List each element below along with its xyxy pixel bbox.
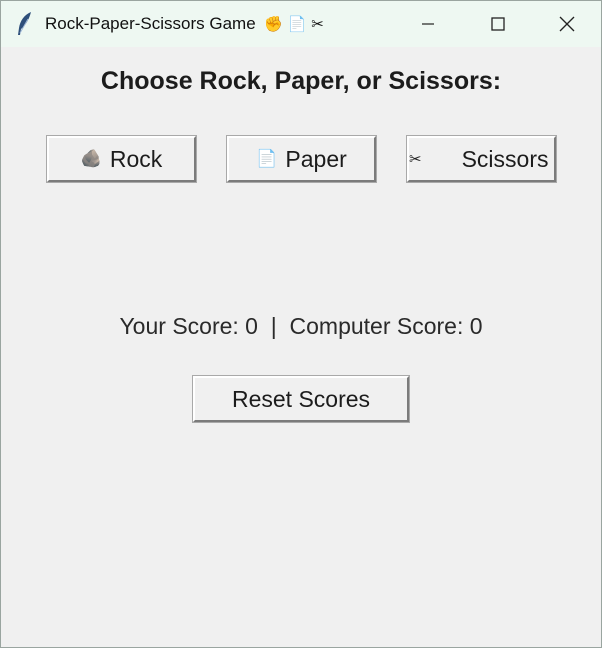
window-title: Rock-Paper-Scissors Game ✊ 📄 ✂ xyxy=(45,14,324,34)
close-button[interactable] xyxy=(532,1,601,47)
maximize-icon xyxy=(491,17,505,31)
choose-prompt: Choose Rock, Paper, or Scissors: xyxy=(100,67,502,95)
maximize-button[interactable] xyxy=(463,1,533,47)
reset-scores-button[interactable]: Reset Scores xyxy=(193,376,409,422)
app-window: Rock-Paper-Scissors Game ✊ 📄 ✂ Choose Ro… xyxy=(0,0,602,648)
title-emojis: ✊ 📄 ✂ xyxy=(264,15,324,33)
scissors-icon: ✂ xyxy=(409,150,422,168)
feather-icon xyxy=(18,12,31,35)
window-title-text: Rock-Paper-Scissors Game xyxy=(45,14,256,33)
minimize-button[interactable] xyxy=(393,1,463,47)
scissors-button[interactable]: ✂ Scissors xyxy=(407,136,556,182)
title-bar[interactable]: Rock-Paper-Scissors Game ✊ 📄 ✂ xyxy=(1,1,601,47)
rock-icon: 🪨 xyxy=(80,149,102,169)
minimize-icon xyxy=(422,23,434,25)
reset-scores-label: Reset Scores xyxy=(231,385,371,412)
scissors-button-label: Scissors xyxy=(461,145,549,172)
close-icon xyxy=(559,16,575,32)
rock-button-label: Rock xyxy=(109,145,163,172)
paper-icon: 📄 xyxy=(256,149,278,169)
paper-button[interactable]: 📄 Paper xyxy=(227,136,376,182)
paper-button-label: Paper xyxy=(285,145,347,172)
score-label: Your Score: 0 | Computer Score: 0 xyxy=(119,313,483,339)
rock-button[interactable]: 🪨 Rock xyxy=(47,136,196,182)
